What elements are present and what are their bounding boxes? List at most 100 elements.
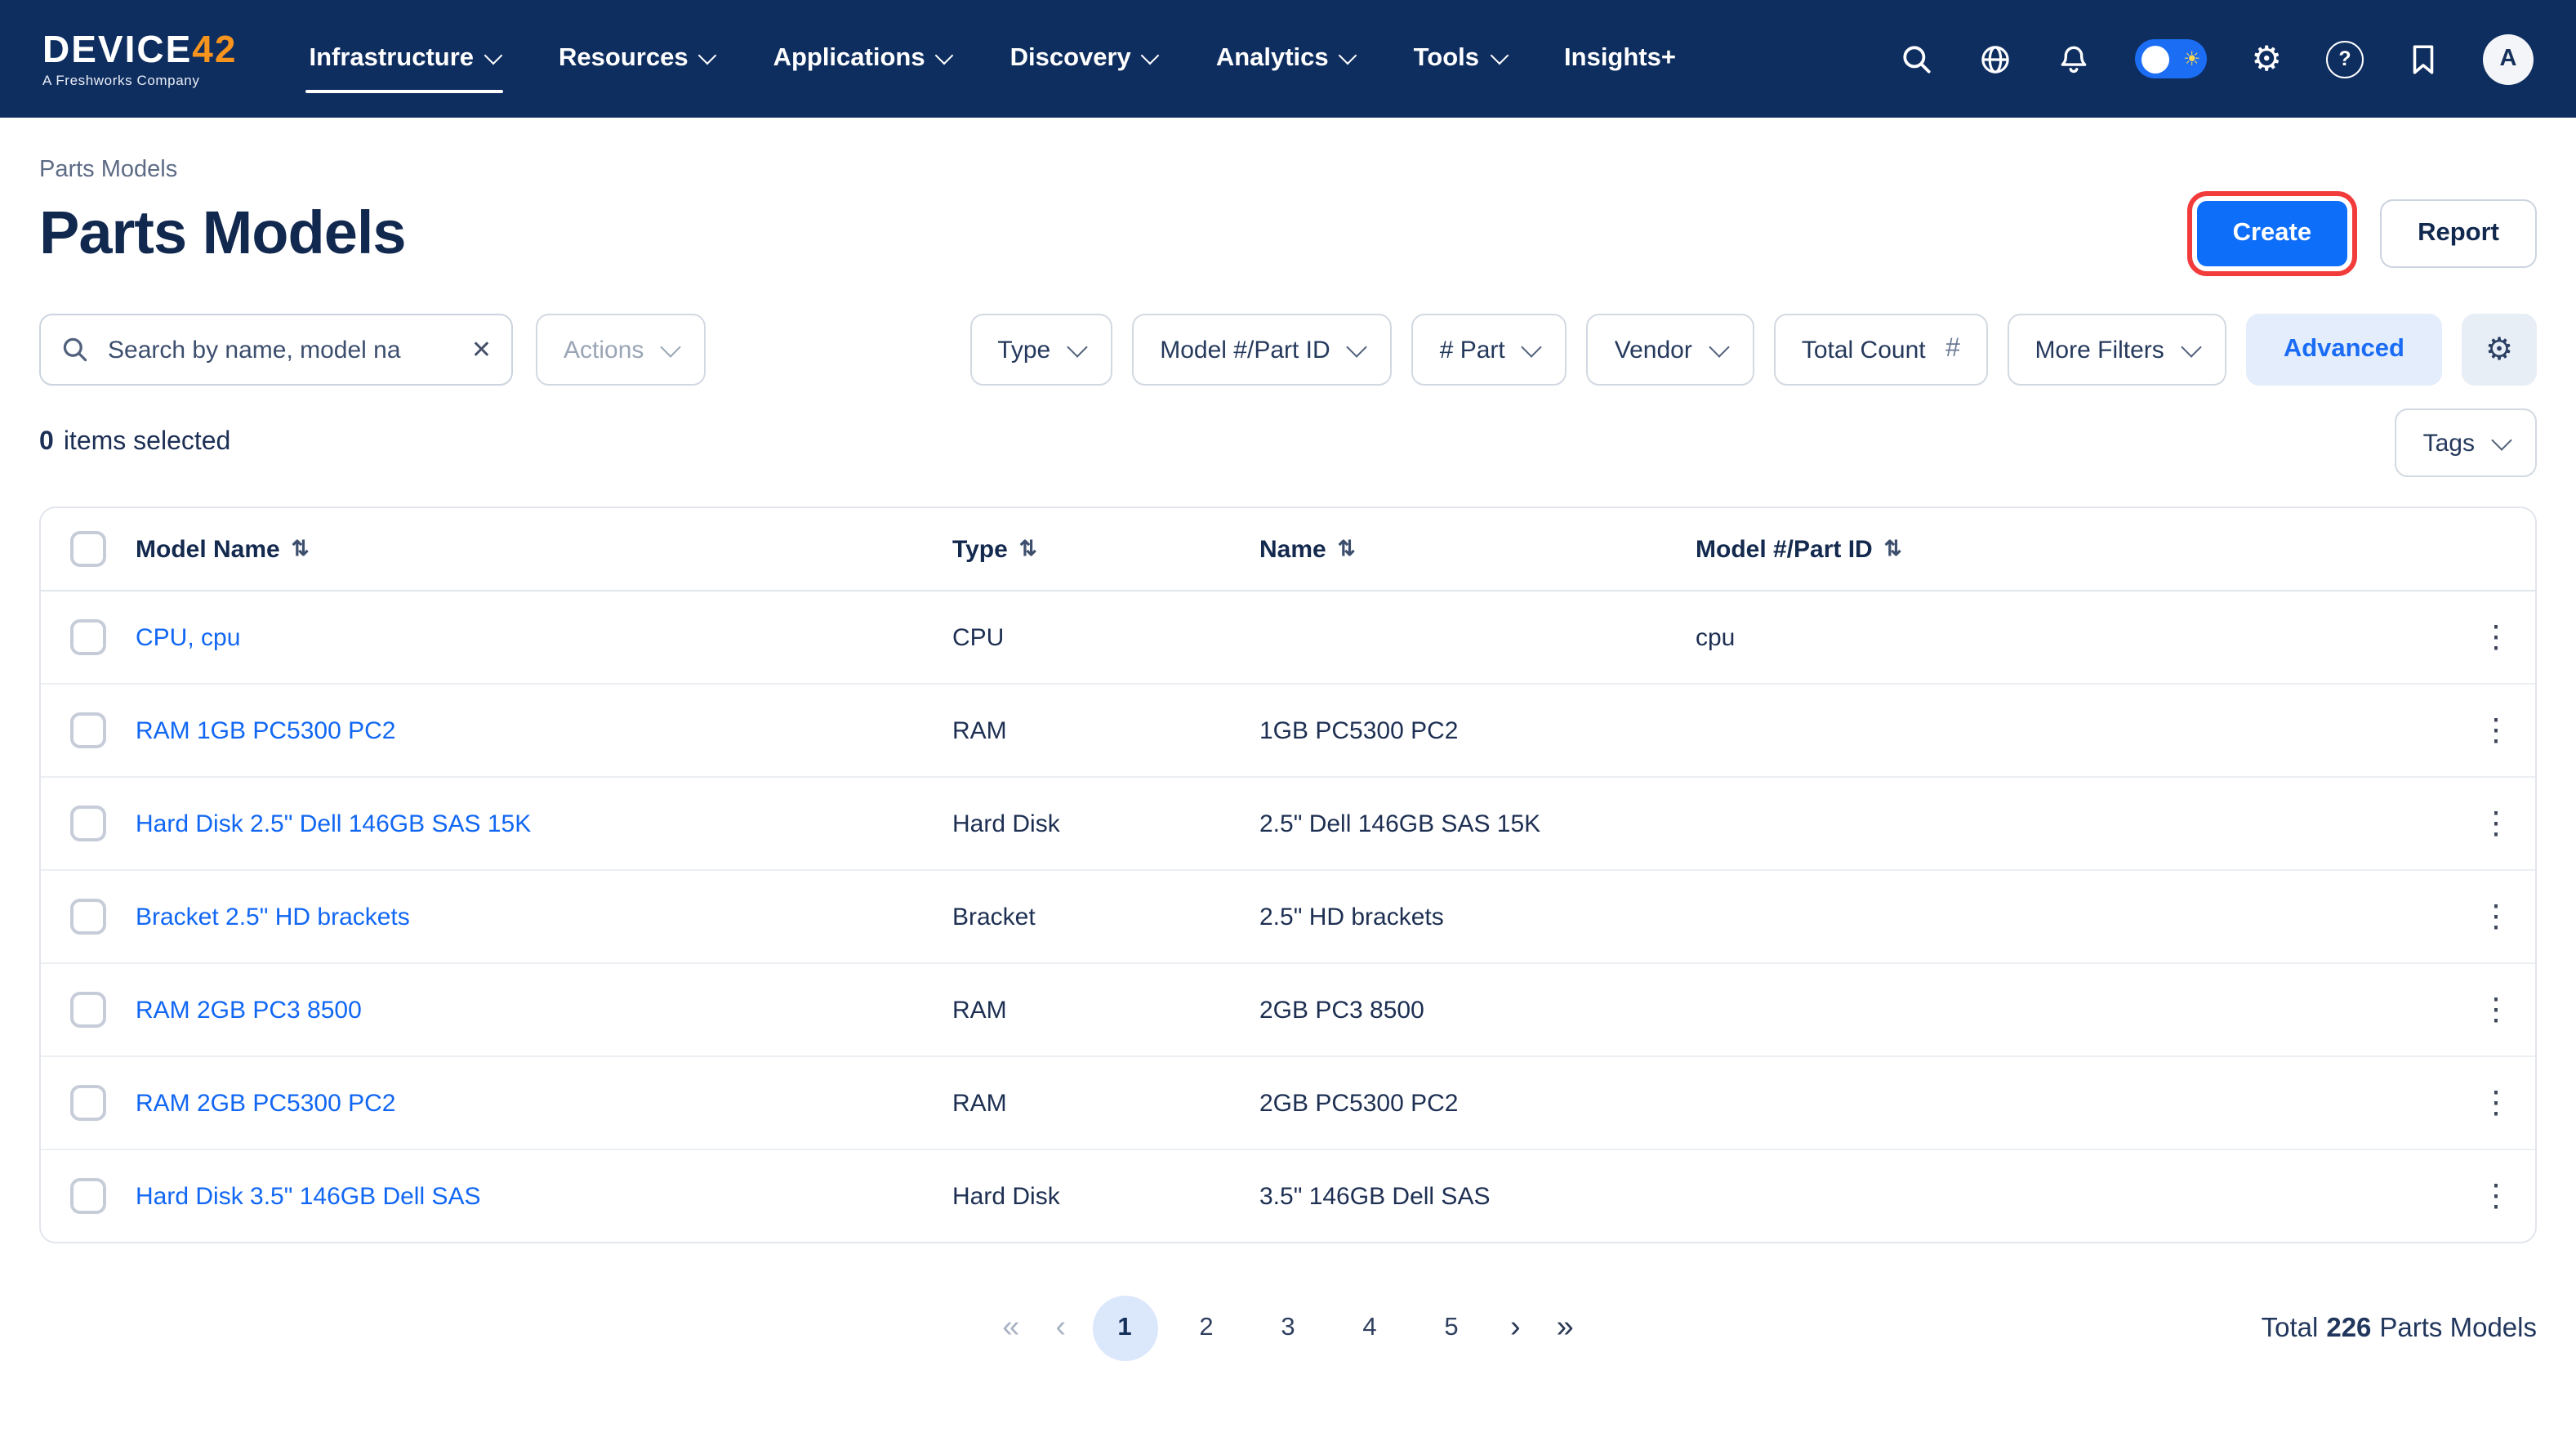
nav-item-discovery[interactable]: Discovery	[1010, 28, 1157, 90]
row-actions-kebab-icon[interactable]: ⋮	[2471, 901, 2521, 932]
model-name-link[interactable]: Bracket 2.5" HD brackets	[136, 903, 410, 931]
row-actions-kebab-icon[interactable]: ⋮	[2471, 1180, 2521, 1212]
globe-icon[interactable]	[1978, 42, 2012, 76]
settings-gear-icon[interactable]: ⚙	[2251, 42, 2282, 76]
sun-icon: ☀	[2183, 49, 2201, 69]
tags-dropdown[interactable]: Tags	[2396, 408, 2537, 477]
table-row: Bracket 2.5" HD brackets Bracket 2.5" HD…	[41, 871, 2535, 964]
filter-chips: Type Model #/Part ID # Part Vendor Total…	[969, 314, 2537, 386]
table-row: RAM 2GB PC3 8500 RAM 2GB PC3 8500 ⋮	[41, 964, 2535, 1057]
page-button-3[interactable]: 3	[1255, 1296, 1321, 1361]
chevron-down-icon	[1067, 336, 1088, 356]
column-header-model-part-id[interactable]: Model #/Part ID⇅	[1696, 535, 2457, 563]
sort-icon[interactable]: ⇅	[292, 536, 310, 562]
search-input[interactable]	[105, 334, 457, 365]
nav-item-applications[interactable]: Applications	[773, 28, 952, 90]
logo-text: DEVICE42	[42, 30, 237, 69]
nav-item-tools[interactable]: Tools	[1414, 28, 1505, 90]
breadcrumb: Parts Models	[39, 157, 2537, 183]
row-checkbox[interactable]	[70, 1178, 106, 1214]
pagination-first-icon[interactable]: «	[992, 1310, 1029, 1346]
row-actions-kebab-icon[interactable]: ⋮	[2471, 622, 2521, 653]
pagination-last-icon[interactable]: »	[1547, 1310, 1584, 1346]
help-icon[interactable]: ?	[2326, 40, 2364, 78]
pagination-row: « ‹ 1 2 3 4 5 › » Total226Parts Models	[39, 1296, 2537, 1361]
row-checkbox[interactable]	[70, 619, 106, 655]
nav-item-infrastructure[interactable]: Infrastructure	[309, 28, 500, 90]
nav-item-analytics[interactable]: Analytics	[1216, 28, 1355, 90]
chevron-down-icon	[1709, 336, 1729, 356]
chevron-down-icon	[1339, 47, 1357, 65]
model-name-link[interactable]: Hard Disk 3.5" 146GB Dell SAS	[136, 1182, 481, 1210]
model-name-link[interactable]: RAM 2GB PC5300 PC2	[136, 1089, 396, 1117]
create-button[interactable]: Create	[2197, 201, 2348, 266]
report-button[interactable]: Report	[2380, 199, 2537, 268]
actions-dropdown[interactable]: Actions	[536, 314, 706, 386]
sort-icon[interactable]: ⇅	[1019, 536, 1037, 562]
chevron-down-icon	[1141, 47, 1160, 65]
column-header-type[interactable]: Type⇅	[952, 535, 1259, 563]
row-actions-kebab-icon[interactable]: ⋮	[2471, 715, 2521, 746]
page-title: Parts Models	[39, 199, 406, 268]
name-cell: 2GB PC5300 PC2	[1259, 1089, 1696, 1117]
nav-item-insights[interactable]: Insights+	[1564, 28, 1676, 90]
table-settings-button[interactable]: ⚙	[2462, 314, 2537, 386]
chevron-down-icon	[2181, 336, 2201, 356]
row-checkbox[interactable]	[70, 899, 106, 935]
logo-tagline: A Freshworks Company	[42, 73, 237, 87]
hash-icon: #	[1945, 335, 1960, 364]
column-header-model-name[interactable]: Model Name⇅	[136, 535, 952, 563]
page-button-4[interactable]: 4	[1337, 1296, 1402, 1361]
part-filter-dropdown[interactable]: # Part	[1412, 314, 1567, 386]
advanced-button[interactable]: Advanced	[2246, 314, 2442, 386]
model-name-link[interactable]: Hard Disk 2.5" Dell 146GB SAS 15K	[136, 810, 531, 837]
type-cell: Bracket	[952, 903, 1259, 931]
main-content: Parts Models Parts Models Create Report …	[0, 157, 2576, 1361]
sort-icon[interactable]: ⇅	[1884, 536, 1902, 562]
bookmark-icon[interactable]	[2408, 42, 2439, 76]
page-button-1[interactable]: 1	[1092, 1296, 1157, 1361]
create-button-highlight: Create	[2197, 201, 2348, 266]
more-filters-dropdown[interactable]: More Filters	[2007, 314, 2226, 386]
items-selected-text: 0items selected	[39, 428, 230, 457]
row-actions-kebab-icon[interactable]: ⋮	[2471, 994, 2521, 1025]
chevron-down-icon	[1347, 336, 1367, 356]
type-filter-dropdown[interactable]: Type	[969, 314, 1112, 386]
pager: « ‹ 1 2 3 4 5 › »	[992, 1296, 1584, 1361]
row-checkbox[interactable]	[70, 806, 106, 841]
row-checkbox[interactable]	[70, 1085, 106, 1121]
bell-icon[interactable]	[2057, 42, 2091, 76]
column-header-name[interactable]: Name⇅	[1259, 535, 1696, 563]
nav-item-resources[interactable]: Resources	[559, 28, 715, 90]
type-cell: RAM	[952, 1089, 1259, 1117]
row-checkbox[interactable]	[70, 712, 106, 748]
vendor-filter-dropdown[interactable]: Vendor	[1587, 314, 1754, 386]
sort-icon[interactable]: ⇅	[1338, 536, 1356, 562]
theme-toggle[interactable]: ☀	[2135, 39, 2207, 78]
select-all-checkbox[interactable]	[70, 531, 106, 567]
search-icon[interactable]	[1900, 42, 1934, 76]
total-count-filter[interactable]: Total Count#	[1774, 314, 1988, 386]
pagination-next-icon[interactable]: ›	[1500, 1310, 1531, 1346]
table-row: Hard Disk 3.5" 146GB Dell SAS Hard Disk …	[41, 1150, 2535, 1242]
pagination-prev-icon[interactable]: ‹	[1045, 1310, 1076, 1346]
model-name-link[interactable]: RAM 1GB PC5300 PC2	[136, 716, 396, 744]
page-button-5[interactable]: 5	[1419, 1296, 1484, 1361]
row-actions-kebab-icon[interactable]: ⋮	[2471, 808, 2521, 839]
row-checkbox[interactable]	[70, 992, 106, 1028]
user-avatar[interactable]: A	[2483, 33, 2534, 84]
name-cell: 2.5" HD brackets	[1259, 903, 1696, 931]
title-actions: Create Report	[2197, 199, 2537, 268]
page: DEVICE42 A Freshworks Company Infrastruc…	[0, 0, 2576, 1446]
device42-logo[interactable]: DEVICE42 A Freshworks Company	[42, 30, 237, 87]
page-button-2[interactable]: 2	[1174, 1296, 1239, 1361]
model-part-id-filter-dropdown[interactable]: Model #/Part ID	[1132, 314, 1392, 386]
clear-search-icon[interactable]: ✕	[471, 337, 492, 362]
chevron-down-icon	[2491, 429, 2511, 449]
model-name-link[interactable]: CPU, cpu	[136, 623, 240, 651]
model-name-link[interactable]: RAM 2GB PC3 8500	[136, 996, 362, 1024]
search-box: ✕	[39, 314, 513, 386]
table-row: Hard Disk 2.5" Dell 146GB SAS 15K Hard D…	[41, 778, 2535, 871]
chevron-down-icon	[1522, 336, 1542, 356]
row-actions-kebab-icon[interactable]: ⋮	[2471, 1087, 2521, 1118]
